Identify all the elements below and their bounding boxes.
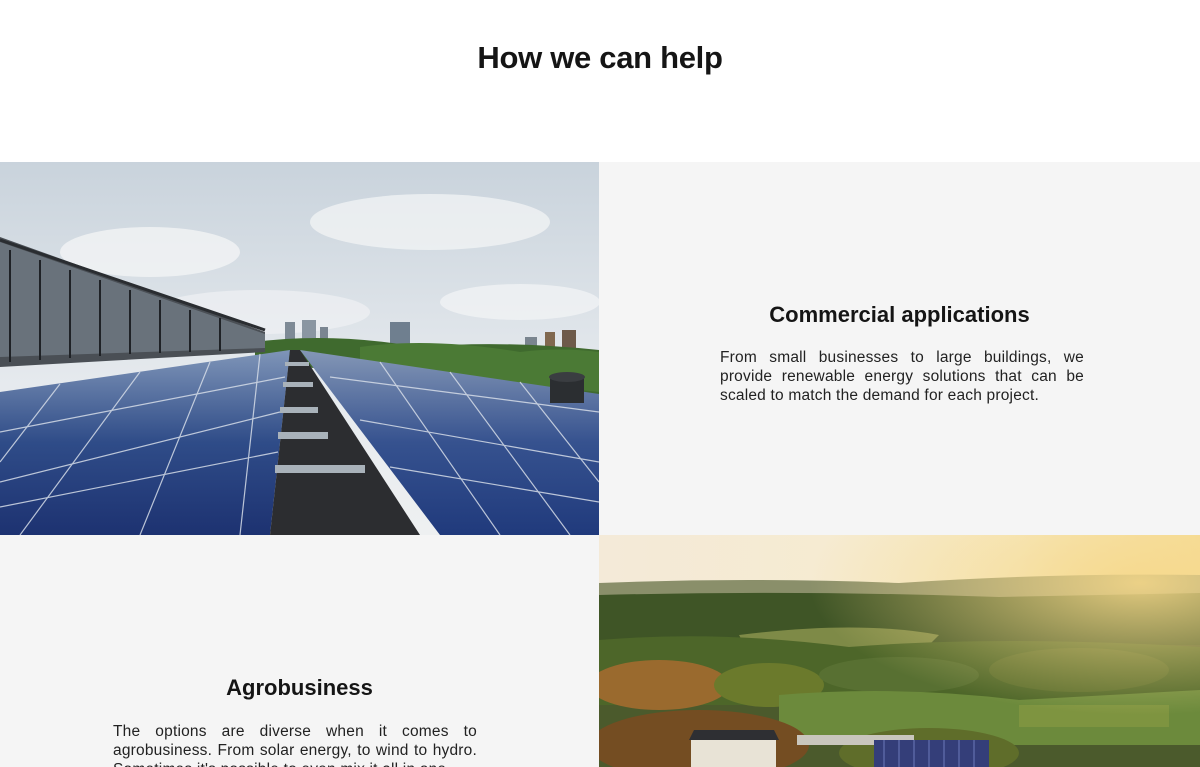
commercial-card: Commercial applications From small busin… [599, 162, 1200, 535]
rooftop-solar-panels-image [0, 162, 599, 535]
services-grid: Commercial applications From small busin… [0, 162, 1200, 767]
commercial-description: From small businesses to large buildings… [720, 349, 1084, 404]
commercial-title: Commercial applications [769, 302, 1030, 327]
agro-description: The options are diverse when it comes to… [113, 723, 477, 767]
service-row-agro: Agrobusiness The options are diverse whe… [0, 535, 1200, 767]
service-row-commercial: Commercial applications From small busin… [0, 162, 1200, 535]
section-title: How we can help [477, 40, 723, 75]
agro-title: Agrobusiness [226, 675, 373, 700]
how-we-can-help-section: How we can help Commercial applications … [0, 0, 1200, 767]
farmland-sunset-image [599, 535, 1200, 767]
agro-card: Agrobusiness The options are diverse whe… [0, 535, 599, 767]
